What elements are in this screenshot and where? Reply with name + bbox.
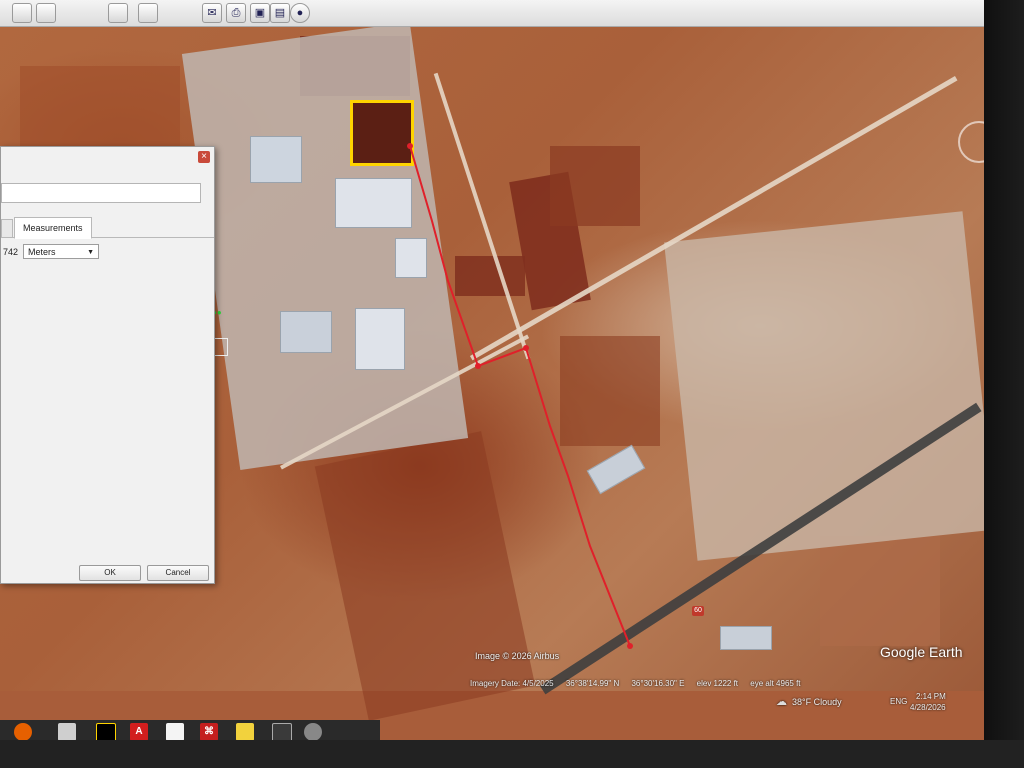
chevron-down-icon: ▼ xyxy=(87,249,94,256)
google-earth-watermark: Google Earth xyxy=(880,644,963,660)
latitude: 36°38'14.99" N xyxy=(565,679,620,688)
google-earth-icon[interactable] xyxy=(304,723,322,741)
ok-button[interactable]: OK xyxy=(79,565,141,581)
measurement-value: 742 xyxy=(3,247,19,257)
monitor-bezel xyxy=(984,0,1024,768)
status-bar: Imagery Date: 4/5/2025 36°38'14.99" N 36… xyxy=(470,676,970,692)
map-copyright: Image © 2026 Airbus xyxy=(475,651,560,661)
eye-altitude: eye alt 4965 ft xyxy=(750,679,801,688)
route-badge: 60 xyxy=(692,606,704,616)
clock-date[interactable]: 4/28/2026 xyxy=(910,703,946,712)
screen: 60 Image © 2026 Airbus Google Earth ✉ ⎙ … xyxy=(0,0,1000,745)
monitor-bezel xyxy=(0,740,1024,768)
unit-select[interactable]: Meters ▼ xyxy=(23,244,99,259)
imagery-date: Imagery Date: 4/5/2025 xyxy=(470,679,554,688)
autocad-icon[interactable]: A xyxy=(130,723,148,741)
toolbar-button[interactable] xyxy=(138,3,158,23)
tab-measurements[interactable]: Measurements xyxy=(14,217,92,239)
windows-taskbar: ☁ 38°F Cloudy ENG 2:14 PM 4/28/2026 A ⌘ xyxy=(0,691,1000,745)
calculator-icon[interactable] xyxy=(58,723,76,741)
print-icon[interactable]: ⎙ xyxy=(226,3,246,23)
blank-doc-icon[interactable] xyxy=(166,723,184,741)
monitor-photo: 60 Image © 2026 Airbus Google Earth ✉ ⎙ … xyxy=(0,0,1024,768)
tab-previous[interactable] xyxy=(1,219,13,238)
unit-select-value: Meters xyxy=(28,247,56,257)
save-image-icon[interactable]: ▣ xyxy=(250,3,270,23)
cancel-button[interactable]: Cancel xyxy=(147,565,209,581)
cloud-icon: ☁ xyxy=(776,696,787,708)
language-indicator[interactable]: ENG xyxy=(890,697,907,706)
dialog-input[interactable] xyxy=(1,183,201,203)
acrobat-icon[interactable]: ⌘ xyxy=(200,723,218,741)
email-icon[interactable]: ✉ xyxy=(202,3,222,23)
toolbar-button[interactable] xyxy=(36,3,56,23)
gallery-icon[interactable]: ▤ xyxy=(270,3,290,23)
clock-time[interactable]: 2:14 PM xyxy=(916,692,946,701)
ge-toolbar: ✉ ⎙ ▣ ▤ ● xyxy=(0,0,1000,27)
toolbar-button[interactable] xyxy=(12,3,32,23)
ruler-dialog: × Measurements 742 Meters ▼ OK Cancel xyxy=(0,146,215,584)
longitude: 36°30'16.30" E xyxy=(631,679,685,688)
file-icon[interactable] xyxy=(236,723,254,741)
earth-icon[interactable]: ● xyxy=(290,3,310,23)
elevation: elev 1222 ft xyxy=(696,679,739,688)
weather-text[interactable]: 38°F Cloudy xyxy=(792,697,842,707)
toolbar-button[interactable] xyxy=(108,3,128,23)
system-tray: ☁ 38°F Cloudy ENG 2:14 PM 4/28/2026 xyxy=(770,691,970,717)
firefox-icon[interactable] xyxy=(14,723,32,741)
close-icon[interactable]: × xyxy=(198,151,210,163)
